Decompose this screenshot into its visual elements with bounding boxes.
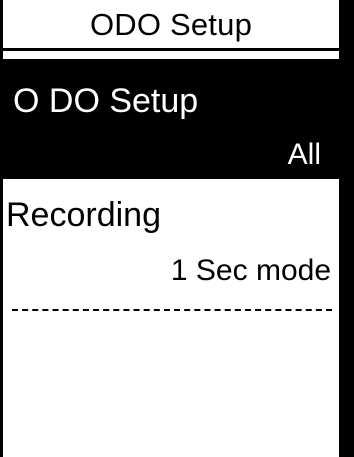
menu-item-label: O DO Setup [13, 82, 199, 120]
menu-item-label: Recording [6, 196, 161, 234]
title-bar: ODO Setup [3, 0, 339, 48]
device-screen: ODO Setup O DO Setup All Recording 1 Sec… [0, 0, 354, 457]
menu-item-recording[interactable]: Recording 1 Sec mode [3, 187, 339, 297]
dashed-divider [12, 309, 332, 311]
menu-item-odo-setup[interactable]: O DO Setup All [3, 59, 339, 179]
screen-frame-right [339, 0, 354, 457]
menu-item-value: 1 Sec mode [170, 254, 331, 287]
title-divider [3, 48, 339, 51]
menu-item-value: All [287, 138, 321, 171]
page-title: ODO Setup [89, 7, 253, 42]
